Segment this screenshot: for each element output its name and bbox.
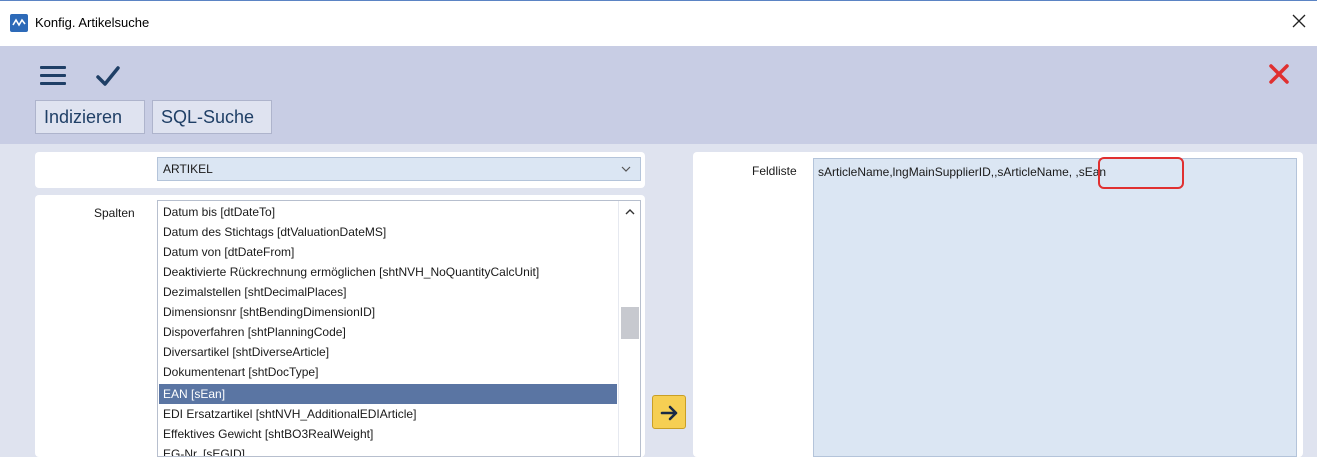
scrollbar-thumb[interactable] bbox=[621, 307, 639, 339]
red-x-icon[interactable] bbox=[1266, 61, 1292, 87]
checkmark-icon[interactable] bbox=[94, 62, 122, 90]
arrow-right-icon bbox=[660, 405, 678, 421]
chevron-down-icon bbox=[621, 166, 631, 172]
list-item[interactable]: EDI Ersatzartikel [shtNVH_AdditionalEDIA… bbox=[159, 404, 617, 424]
sql-search-button[interactable]: SQL-Suche bbox=[152, 100, 272, 134]
list-item[interactable]: Datum des Stichtags [dtValuationDateMS] bbox=[159, 222, 617, 242]
chevron-up-icon[interactable] bbox=[624, 207, 636, 217]
close-icon[interactable] bbox=[1289, 11, 1309, 31]
list-item[interactable]: EG-Nr. [sEGID] bbox=[159, 444, 617, 456]
list-item[interactable]: Deaktivierte Rückrechnung ermöglichen [s… bbox=[159, 262, 617, 282]
index-button[interactable]: Indizieren bbox=[35, 100, 145, 134]
list-item[interactable]: Dimensionsnr [shtBendingDimensionID] bbox=[159, 302, 617, 322]
list-item[interactable]: Dokumentenart [shtDocType] bbox=[159, 362, 617, 382]
list-item[interactable]: Datum von [dtDateFrom] bbox=[159, 242, 617, 262]
list-item[interactable]: Dezimalstellen [shtDecimalPlaces] bbox=[159, 282, 617, 302]
title-bar: Konfig. Artikelsuche bbox=[0, 0, 1317, 46]
app-wave-icon bbox=[10, 14, 28, 32]
columns-listbox[interactable]: Datum bis [dtDateTo] Datum des Stichtags… bbox=[157, 200, 641, 457]
list-item-selected[interactable]: EAN [sEan] bbox=[159, 384, 617, 404]
list-item[interactable]: Datum bis [dtDateTo] bbox=[159, 202, 617, 222]
list-item[interactable]: Diversartikel [shtDiverseArticle] bbox=[159, 342, 617, 362]
table-select[interactable]: ARTIKEL bbox=[157, 157, 641, 181]
table-select-value: ARTIKEL bbox=[163, 162, 213, 176]
columns-label: Spalten bbox=[94, 206, 135, 220]
list-item[interactable]: Dispoverfahren [shtPlanningCode] bbox=[159, 322, 617, 342]
fieldlist-textarea[interactable]: sArticleName,lngMainSupplierID,,sArticle… bbox=[813, 158, 1297, 457]
window-title: Konfig. Artikelsuche bbox=[35, 15, 150, 30]
list-item[interactable]: Effektives Gewicht [shtBO3RealWeight] bbox=[159, 424, 617, 444]
vertical-scrollbar[interactable] bbox=[618, 201, 640, 456]
hamburger-menu-icon[interactable] bbox=[40, 65, 66, 87]
add-field-button[interactable] bbox=[652, 395, 686, 429]
fieldlist-label: Feldliste bbox=[752, 164, 797, 178]
